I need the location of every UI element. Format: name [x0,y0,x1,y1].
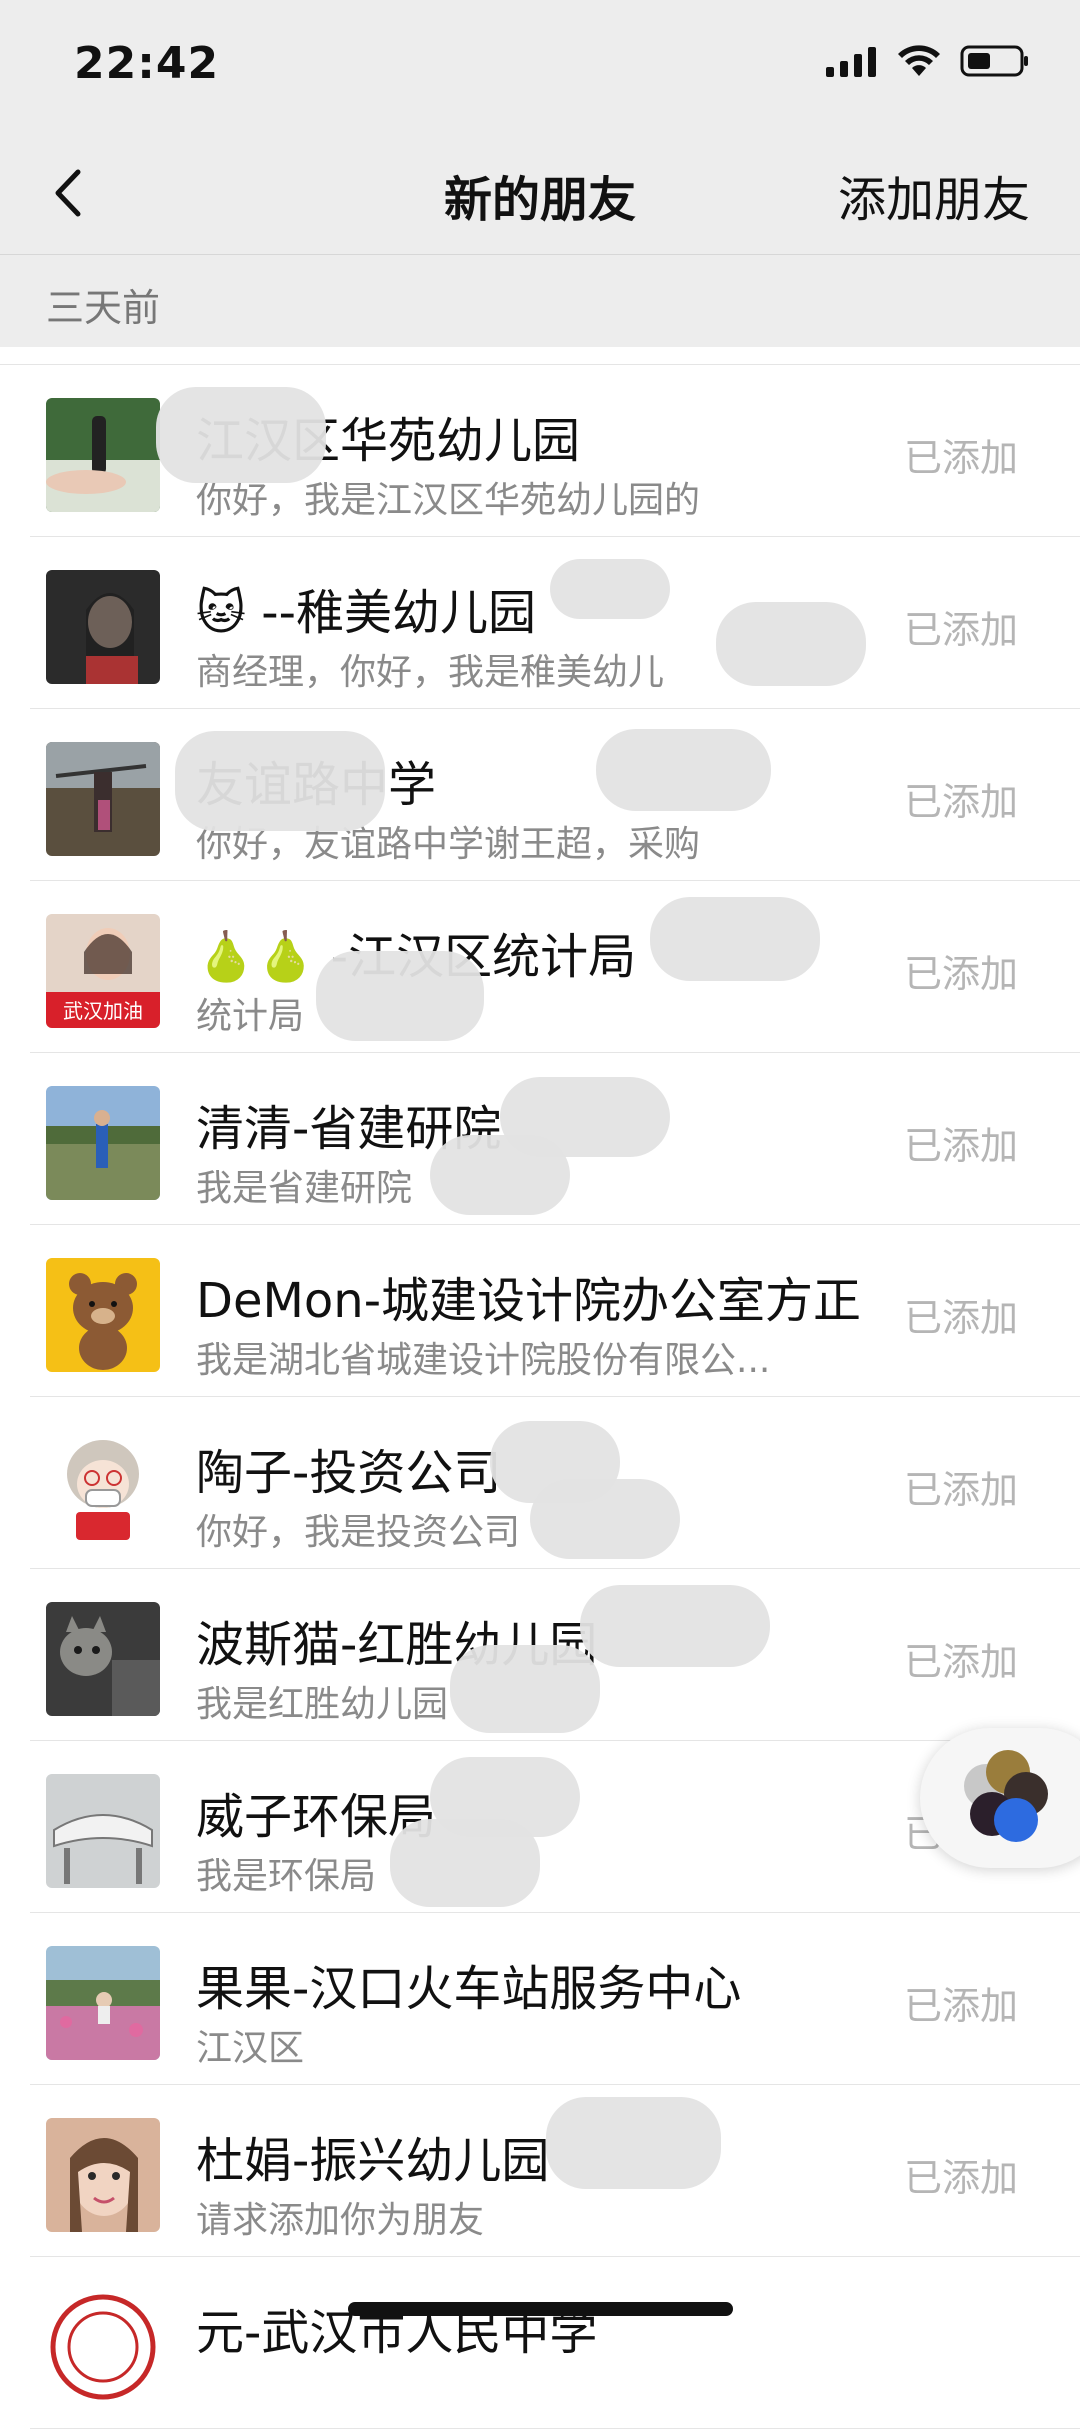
avatar [46,1946,160,2060]
added-status: 已添加 [903,780,1018,824]
list-item[interactable]: 友谊路中学 你好，友谊路中学谢王超，采购 已添加 [0,709,1080,881]
added-status: 已添加 [903,1124,1018,1168]
add-friend-button[interactable]: 添加朋友 [838,160,1030,230]
avatar [46,2118,160,2232]
list-item[interactable]: 江汉区华苑幼儿园 你好，我是江汉区华苑幼儿园的 已添加 [0,364,1080,537]
added-status: 已添加 [903,2156,1018,2200]
request-message: 我是省建研院 [196,1168,413,1209]
wifi-icon [898,45,940,76]
status-bar: 22:42 [0,0,1080,130]
added-status: 已添加 [903,436,1018,480]
contact-name: DeMon-城建设计院办公室方正 [196,1273,862,1329]
contact-name: 陶子-投资公司 [196,1445,502,1501]
request-message: 你好，我是投资公司 [196,1512,521,1553]
added-status: 已添加 [903,1296,1018,1340]
redaction-blur [175,731,385,831]
avatar [46,1086,160,1200]
list-item[interactable]: 果果-汉口火车站服务中心 江汉区 已添加 [0,1913,1080,2085]
request-message: 我是湖北省城建设计院股份有限公... [196,1340,771,1381]
avatar [46,1774,160,1888]
redaction-blur [316,951,484,1041]
added-status: 已添加 [903,1640,1018,1684]
redaction-blur [430,1135,570,1215]
avatar [46,398,160,512]
redaction-blur [530,1479,680,1559]
avatar [46,1258,160,1372]
section-header: 三天前 [0,255,1080,347]
contact-name: 🐱 --稚美幼儿园 [196,585,536,641]
home-indicator [348,2302,733,2316]
request-message: 商经理，你好，我是稚美幼儿 [196,652,665,693]
status-icons [826,44,1030,78]
request-message: 统计局 [196,996,305,1037]
added-status: 已添加 [903,952,1018,996]
status-time: 22:42 [74,38,220,89]
list-item[interactable]: 波斯猫-红胜幼儿园 我是红胜幼儿园 已添加 [0,1569,1080,1741]
list-item[interactable]: 清清-省建研院 我是省建研院 已添加 [0,1053,1080,1225]
battery-icon [960,45,1028,77]
added-status: 已添加 [903,1468,1018,1512]
contact-name: 杜娟-振兴幼儿园 [196,2133,550,2189]
request-message: 我是环保局 [196,1856,377,1897]
avatar [46,570,160,684]
redaction-blur [156,387,326,483]
floating-window-button[interactable] [920,1728,1080,1868]
list-item[interactable]: 武汉加油 🍐🍐 -江汉区统计局 统计局 已添加 [0,881,1080,1053]
redaction-blur [450,1645,600,1733]
redaction-blur [596,729,771,811]
redaction-blur [546,2097,721,2189]
avatar [46,1602,160,1716]
navigation-bar: 新的朋友 添加朋友 [0,130,1080,255]
avatar-caption: 武汉加油 [63,999,143,1023]
floating-app-icon [964,1750,1048,1842]
redaction-blur [716,602,866,686]
added-status: 已添加 [903,1984,1018,2028]
list-item[interactable]: 陶子-投资公司 你好，我是投资公司 已添加 [0,1397,1080,1569]
list-item[interactable]: DeMon-城建设计院办公室方正 我是湖北省城建设计院股份有限公... 已添加 [0,1225,1080,1397]
request-message: 江汉区 [196,2028,305,2069]
request-message: 请求添加你为朋友 [196,2200,485,2241]
redaction-blur [550,559,670,619]
added-status: 已添加 [903,608,1018,652]
list-item[interactable]: 🐱 --稚美幼儿园 商经理，你好，我是稚美幼儿 已添加 [0,537,1080,709]
list-item[interactable]: 元-武汉市人民中学 [0,2257,1080,2429]
request-message: 我是红胜幼儿园 [196,1684,449,1725]
friend-request-list: 江汉区华苑幼儿园 你好，我是江汉区华苑幼儿园的 已添加 🐱 --稚美幼儿园 商经… [0,364,1080,2429]
contact-name: 果果-汉口火车站服务中心 [196,1961,742,2017]
signal-icon [826,47,876,77]
section-label: 三天前 [46,286,161,330]
list-item[interactable]: 杜娟-振兴幼儿园 请求添加你为朋友 已添加 [0,2085,1080,2257]
avatar [46,742,160,856]
list-item[interactable]: 威子环保局 我是环保局 已添加 [0,1741,1080,1913]
redaction-blur [650,897,820,981]
avatar [46,2290,160,2404]
redaction-blur [390,1819,540,1907]
avatar [46,1430,160,1544]
avatar: 武汉加油 [46,914,160,1028]
redaction-blur [580,1585,770,1667]
